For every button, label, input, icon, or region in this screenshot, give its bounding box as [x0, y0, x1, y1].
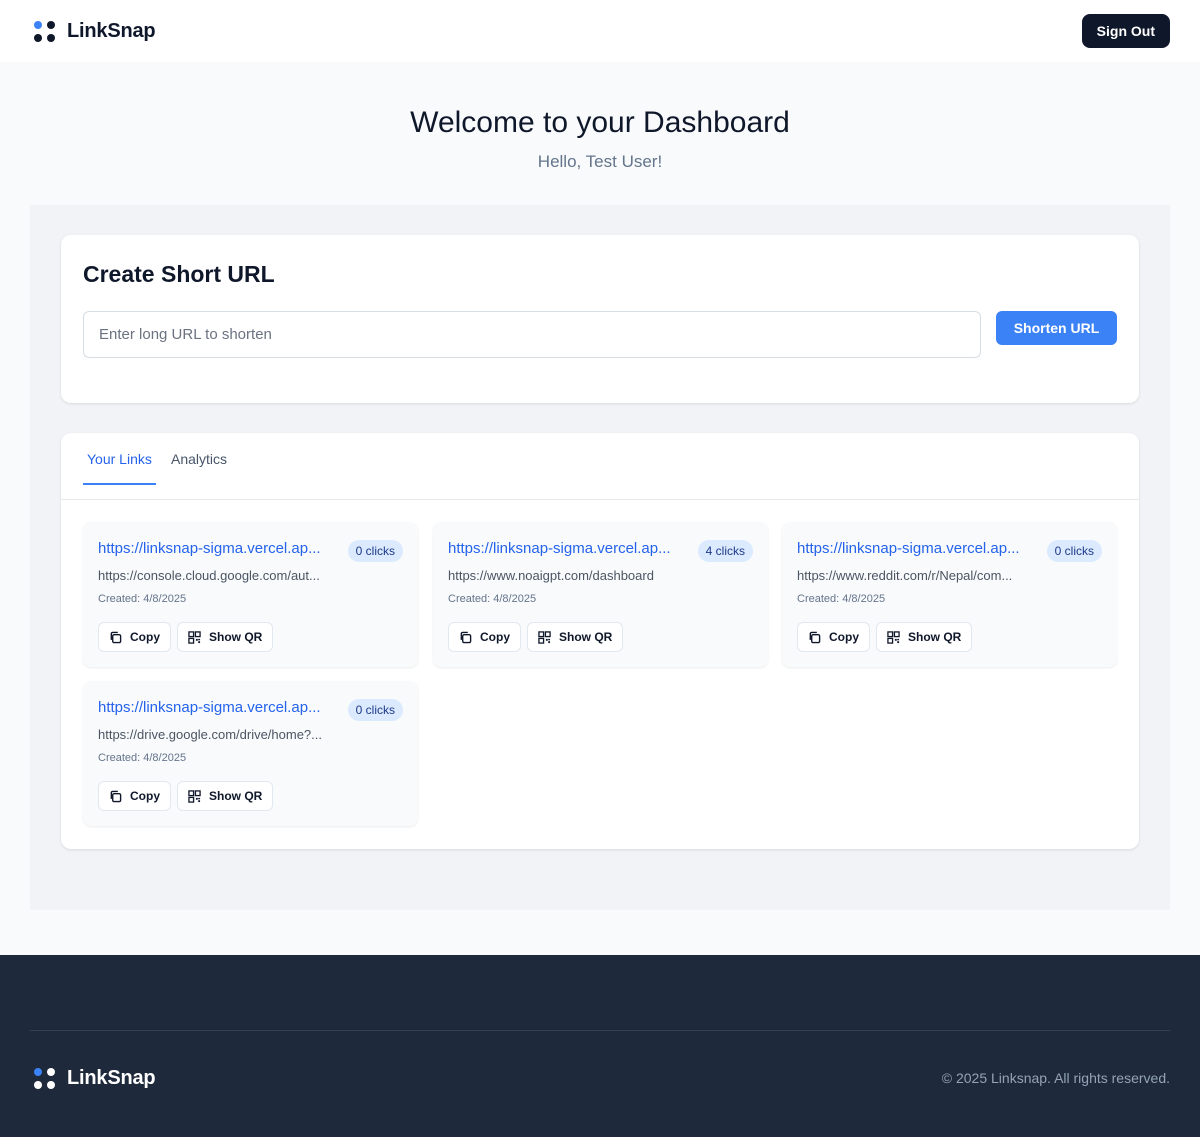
- copy-button[interactable]: Copy: [98, 622, 171, 652]
- brand-name: LinkSnap: [67, 19, 156, 42]
- link-card: https://linksnap-sigma.vercel.ap... 0 cl…: [83, 522, 418, 667]
- qr-code-icon: [538, 630, 551, 644]
- greeting-text: Hello, Test User!: [537, 152, 663, 171]
- copy-button[interactable]: Copy: [448, 622, 521, 652]
- tab-bar: Your Links Analytics: [61, 433, 1139, 500]
- tab-your-links[interactable]: Your Links: [83, 451, 156, 485]
- footer-brand[interactable]: LinkSnap: [34, 1067, 156, 1090]
- top-header: LinkSnap Sign Out: [0, 0, 1200, 62]
- created-date: Created: 4/8/2025: [797, 593, 886, 605]
- copy-label: Copy: [829, 630, 859, 644]
- original-url: https://console.cloud.google.com/aut...: [98, 568, 320, 583]
- copy-label: Copy: [130, 630, 160, 644]
- qr-code-icon: [188, 789, 201, 803]
- long-url-input[interactable]: [83, 311, 981, 358]
- created-date: Created: 4/8/2025: [98, 593, 187, 605]
- short-url-link[interactable]: https://linksnap-sigma.vercel.ap...: [98, 699, 334, 716]
- original-url: https://drive.google.com/drive/home?...: [98, 727, 323, 742]
- tab-analytics[interactable]: Analytics: [171, 451, 227, 483]
- create-card-title: Create Short URL: [83, 261, 275, 287]
- shorten-url-button[interactable]: Shorten URL: [996, 311, 1117, 345]
- original-url: https://www.reddit.com/r/Nepal/com...: [797, 568, 1013, 583]
- footer-brand-name: LinkSnap: [67, 1067, 156, 1089]
- links-card: Your Links Analytics https://linksnap-si…: [61, 433, 1139, 849]
- show-qr-label: Show QR: [908, 630, 962, 644]
- short-url-link[interactable]: https://linksnap-sigma.vercel.ap...: [448, 540, 684, 557]
- short-url-link[interactable]: https://linksnap-sigma.vercel.ap...: [797, 540, 1033, 557]
- clicks-badge: 0 clicks: [347, 699, 403, 721]
- show-qr-button[interactable]: Show QR: [876, 622, 973, 652]
- short-url-link[interactable]: https://linksnap-sigma.vercel.ap...: [98, 540, 334, 557]
- created-date: Created: 4/8/2025: [98, 752, 187, 764]
- sign-out-button[interactable]: Sign Out: [1081, 14, 1170, 48]
- show-qr-label: Show QR: [559, 630, 613, 644]
- show-qr-button[interactable]: Show QR: [527, 622, 624, 652]
- footer-divider: [30, 1030, 1170, 1031]
- link-card: https://linksnap-sigma.vercel.ap... 4 cl…: [433, 522, 768, 667]
- show-qr-button[interactable]: Show QR: [177, 781, 274, 811]
- copyright-text: © 2025 Linksnap. All rights reserved.: [941, 1070, 1170, 1086]
- show-qr-button[interactable]: Show QR: [177, 622, 274, 652]
- brand[interactable]: LinkSnap: [34, 19, 156, 43]
- qr-code-icon: [188, 630, 201, 644]
- link-card: https://linksnap-sigma.vercel.ap... 0 cl…: [782, 522, 1117, 667]
- copy-icon: [109, 631, 122, 644]
- copy-button[interactable]: Copy: [98, 781, 171, 811]
- link-card: https://linksnap-sigma.vercel.ap... 0 cl…: [83, 681, 418, 826]
- clicks-badge: 0 clicks: [1046, 540, 1102, 562]
- created-date: Created: 4/8/2025: [448, 593, 537, 605]
- clicks-badge: 0 clicks: [347, 540, 403, 562]
- copy-label: Copy: [130, 789, 160, 803]
- page-title: Welcome to your Dashboard: [410, 106, 790, 139]
- logo-icon: [34, 1068, 55, 1089]
- copy-label: Copy: [480, 630, 510, 644]
- copy-icon: [459, 631, 472, 644]
- copy-icon: [109, 790, 122, 803]
- qr-code-icon: [887, 630, 900, 644]
- show-qr-label: Show QR: [209, 630, 263, 644]
- copy-icon: [808, 631, 821, 644]
- logo-icon: [34, 20, 55, 42]
- create-short-url-card: Create Short URL Shorten URL: [61, 235, 1139, 403]
- clicks-badge: 4 clicks: [697, 540, 753, 562]
- copy-button[interactable]: Copy: [797, 622, 870, 652]
- show-qr-label: Show QR: [209, 789, 263, 803]
- original-url: https://www.noaigpt.com/dashboard: [448, 568, 654, 583]
- footer: LinkSnap © 2025 Linksnap. All rights res…: [0, 955, 1200, 1137]
